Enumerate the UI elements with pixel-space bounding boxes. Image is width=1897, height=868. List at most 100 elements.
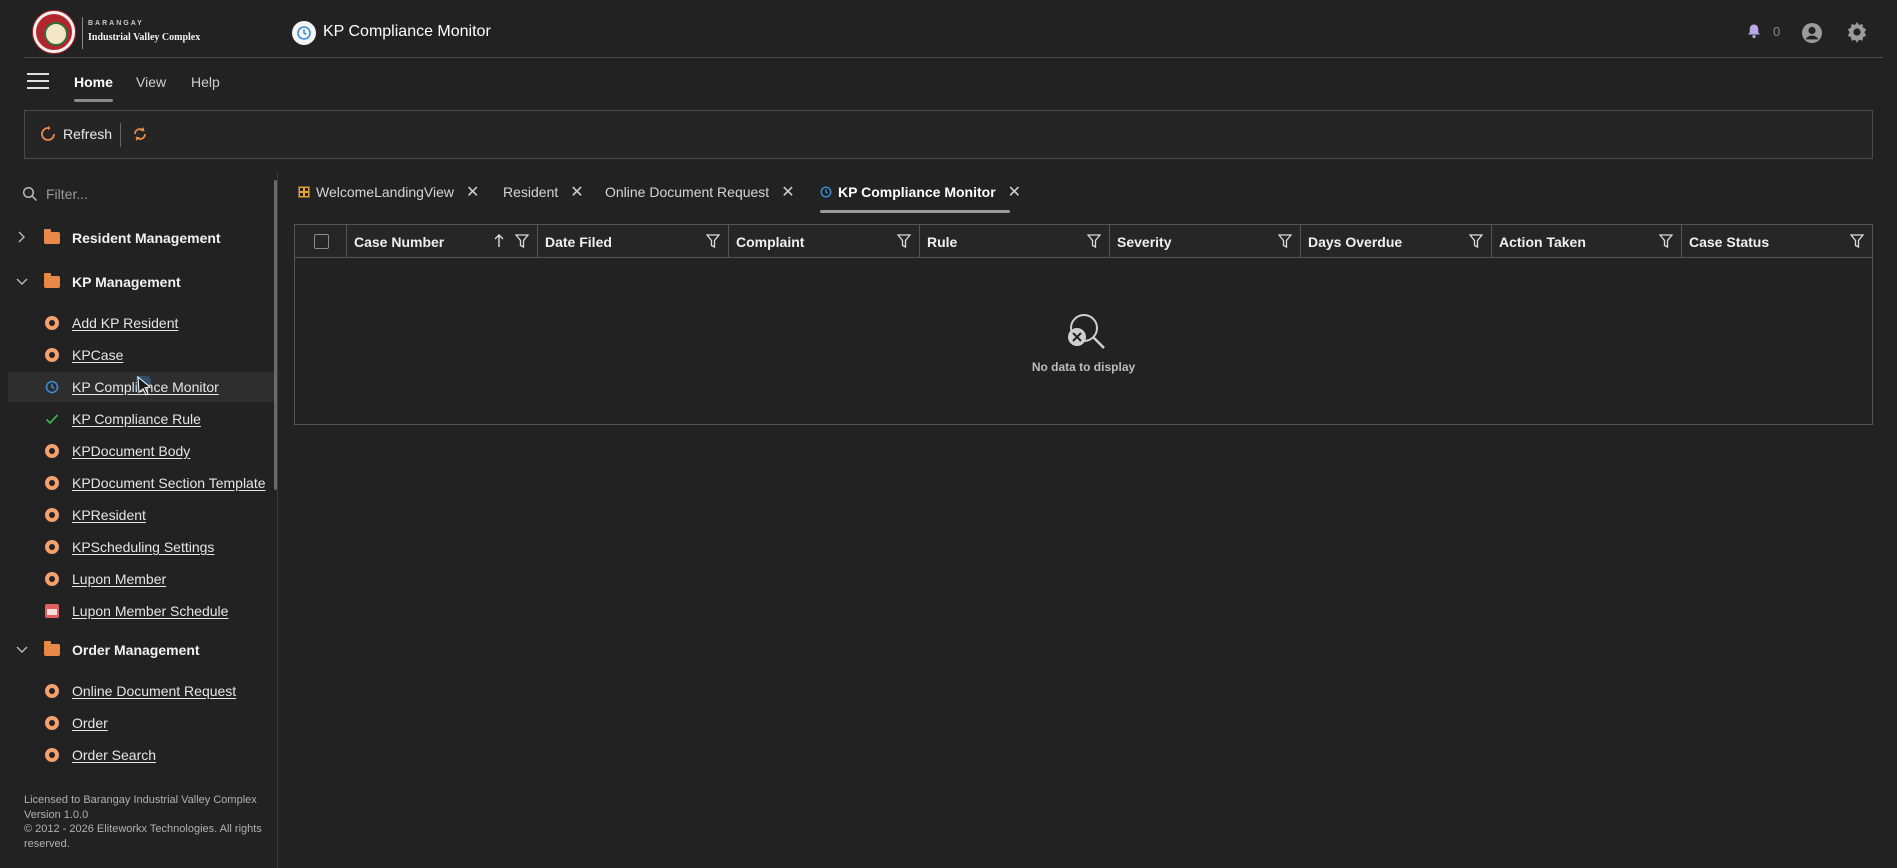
column-title: Date Filed (545, 234, 612, 250)
user-icon[interactable] (1801, 22, 1823, 47)
clock-icon (45, 380, 59, 394)
sidebar-item-kpresident[interactable]: KPResident (8, 500, 274, 530)
sidebar-item-order-search[interactable]: Order Search (8, 740, 274, 770)
sort-ascending-icon[interactable] (493, 233, 505, 252)
column-title: Complaint (736, 234, 805, 250)
column-days-overdue[interactable]: Days Overdue (1301, 225, 1492, 258)
sidebar-footer: Licensed to Barangay Industrial Valley C… (24, 793, 264, 851)
sidebar-item-kpcase[interactable]: KPCase (8, 340, 274, 370)
column-action-taken[interactable]: Action Taken (1492, 225, 1682, 258)
close-icon[interactable]: ✕ (570, 182, 583, 202)
sidebar-item-label: Online Document Request (72, 683, 237, 699)
group-order-management[interactable]: Order Management (16, 641, 200, 658)
chevron-down-icon (16, 643, 30, 657)
ribbon-active-indicator (74, 99, 113, 102)
chevron-right-icon (16, 231, 30, 246)
gear-icon (45, 348, 59, 362)
gear-icon (45, 444, 59, 458)
sidebar-item-label: KPScheduling Settings (72, 539, 215, 555)
hamburger-menu-icon[interactable] (27, 73, 49, 91)
sidebar-item-lupon-member-schedule[interactable]: Lupon Member Schedule (8, 596, 274, 626)
sidebar-item-label: KPDocument Section Template (72, 475, 266, 491)
toolbar-separator (120, 123, 121, 147)
group-resident-management[interactable]: Resident Management (16, 229, 221, 246)
sidebar-item-order[interactable]: Order (8, 708, 274, 738)
ribbon-tab-view[interactable]: View (136, 74, 166, 90)
gear-icon (45, 684, 59, 698)
close-icon[interactable]: ✕ (1008, 182, 1021, 202)
column-title: Severity (1117, 234, 1172, 250)
sidebar-filter (22, 186, 246, 202)
ribbon-tab-home[interactable]: Home (74, 74, 113, 90)
column-title: Days Overdue (1308, 234, 1403, 250)
group-label: Order Management (72, 642, 200, 658)
filter-icon[interactable] (514, 234, 530, 251)
sidebar-item-kp-compliance-rule[interactable]: KP Compliance Rule (8, 404, 274, 434)
clock-icon (820, 186, 832, 198)
sidebar-scrollbar[interactable] (274, 180, 277, 490)
refresh-icon (41, 126, 55, 141)
tab-kp-compliance-monitor[interactable]: KP Compliance Monitor ✕ (820, 182, 1021, 202)
sidebar-item-label: KPResident (72, 507, 146, 523)
sidebar-item-online-document-request[interactable]: Online Document Request (8, 676, 274, 706)
column-date-filed[interactable]: Date Filed (538, 225, 729, 258)
filter-icon[interactable] (1277, 234, 1293, 251)
filter-icon[interactable] (1468, 234, 1484, 251)
sidebar-item-lupon-member[interactable]: Lupon Member (8, 564, 274, 594)
sidebar-item-label: KPDocument Body (72, 443, 191, 459)
gear-icon (45, 572, 59, 586)
refresh-label: Refresh (63, 126, 113, 142)
tab-welcome-landing-view[interactable]: WelcomeLandingView ✕ (298, 182, 479, 202)
folder-icon (44, 641, 60, 656)
column-case-status[interactable]: Case Status (1682, 225, 1872, 258)
barangay-logo (33, 11, 75, 53)
filter-icon[interactable] (1086, 234, 1102, 251)
grid-icon (298, 186, 310, 198)
chevron-down-icon (16, 275, 30, 289)
refresh-button[interactable]: Refresh (41, 126, 112, 142)
column-complaint[interactable]: Complaint (729, 225, 920, 258)
filter-icon[interactable] (1849, 234, 1865, 251)
close-icon[interactable]: ✕ (781, 182, 794, 202)
gear-icon (45, 316, 59, 330)
ribbon-tab-help[interactable]: Help (191, 74, 220, 90)
select-all-checkbox[interactable] (295, 225, 347, 258)
group-label: KP Management (72, 274, 181, 290)
sidebar-item-label: Add KP Resident (72, 315, 179, 331)
tab-label: WelcomeLandingView (316, 184, 455, 200)
sidebar-item-kpdocument-section-template[interactable]: KPDocument Section Template (8, 468, 274, 498)
filter-icon[interactable] (1658, 234, 1674, 251)
check-icon (45, 412, 59, 426)
close-icon[interactable]: ✕ (466, 182, 479, 202)
tab-resident[interactable]: Resident ✕ (503, 182, 584, 202)
tab-label: Resident (503, 184, 559, 200)
top-header: BARANGAY Industrial Valley Complex KP Co… (0, 0, 1897, 58)
tab-online-document-request[interactable]: Online Document Request ✕ (605, 182, 795, 202)
column-case-number[interactable]: Case Number (347, 225, 538, 258)
bell-icon[interactable] (1746, 23, 1762, 42)
empty-state-text: No data to display (1031, 360, 1136, 374)
gear-icon (45, 508, 59, 522)
filter-icon[interactable] (896, 234, 912, 251)
app-title: KP Compliance Monitor (323, 23, 491, 40)
tab-label: KP Compliance Monitor (838, 184, 996, 200)
sidebar-item-kpdocument-body[interactable]: KPDocument Body (8, 436, 274, 466)
sidebar-item-kpscheduling-settings[interactable]: KPScheduling Settings (8, 532, 274, 562)
column-rule[interactable]: Rule (920, 225, 1110, 258)
sidebar-border (277, 172, 278, 868)
clock-icon (292, 21, 316, 45)
gear-icon (45, 540, 59, 554)
auto-refresh-icon[interactable] (132, 126, 148, 145)
group-kp-management[interactable]: KP Management (16, 273, 181, 290)
filter-input[interactable] (46, 186, 246, 202)
gear-icon[interactable] (1846, 21, 1868, 46)
sidebar-item-add-kp-resident[interactable]: Add KP Resident (8, 308, 274, 338)
filter-icon[interactable] (705, 234, 721, 251)
column-severity[interactable]: Severity (1110, 225, 1301, 258)
brand-divider (82, 17, 83, 49)
no-data-icon (1064, 311, 1106, 354)
active-tab-indicator (820, 210, 1010, 213)
toolbar: Refresh (24, 110, 1873, 159)
sidebar-item-label: KP Compliance Rule (72, 411, 201, 427)
sidebar-item-label: Lupon Member (72, 571, 167, 587)
